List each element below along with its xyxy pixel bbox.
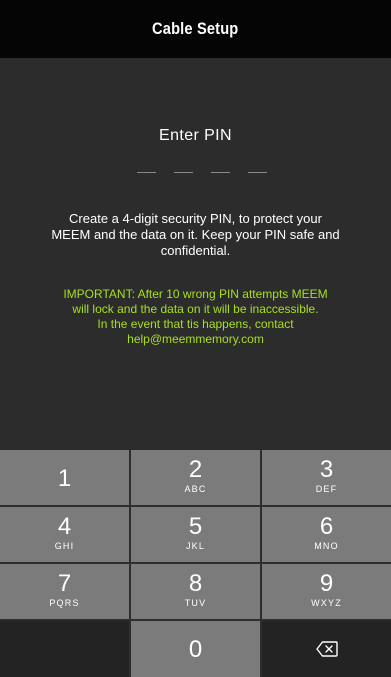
nav-bar: Cable Setup [0, 0, 391, 58]
key-letters: MNO [314, 541, 339, 551]
key-digit: 7 [57, 570, 72, 597]
key-0[interactable]: 0 [131, 621, 260, 677]
key-digit: 3 [319, 456, 334, 483]
instructions-text: Create a 4-digit security PIN, to protec… [36, 211, 355, 259]
key-1[interactable]: 1 [0, 450, 129, 505]
support-email: help@meemmemory.com [127, 332, 264, 346]
pin-prompt: Enter PIN [159, 127, 232, 144]
instructions-line: MEEM and the data on it. Keep your PIN s… [51, 227, 340, 242]
warning-line: In the event that tis happens, contact [97, 317, 294, 331]
key-letters: ABC [184, 484, 207, 494]
key-letters: DEF [315, 484, 338, 494]
pin-slot-3 [211, 172, 230, 173]
key-letters: TUV [184, 598, 207, 608]
key-digit: 9 [319, 570, 334, 597]
instructions-line: Create a 4-digit security PIN, to protec… [69, 211, 322, 226]
pin-slot-2 [174, 172, 193, 173]
pin-entry-panel: Enter PIN Create a 4-digit security PIN,… [0, 58, 391, 450]
key-4[interactable]: 4 GHI [0, 507, 129, 562]
key-digit: 1 [57, 465, 72, 492]
key-letters: PQRS [49, 598, 80, 608]
key-letters: JKL [185, 541, 206, 551]
pin-slot-4 [248, 172, 267, 173]
key-letters: WXYZ [311, 598, 342, 608]
delete-button[interactable] [262, 621, 391, 677]
key-6[interactable]: 6 MNO [262, 507, 391, 562]
key-7[interactable]: 7 PQRS [0, 564, 129, 619]
warning-line: IMPORTANT: After 10 wrong PIN attempts M… [63, 287, 328, 301]
key-blank [0, 621, 129, 677]
key-digit: 2 [188, 456, 203, 483]
backspace-icon [315, 641, 338, 657]
key-9[interactable]: 9 WXYZ [262, 564, 391, 619]
key-8[interactable]: 8 TUV [131, 564, 260, 619]
pin-slot-1 [137, 172, 156, 173]
page-title: Cable Setup [152, 19, 239, 38]
warning-line: will lock and the data on it will be ina… [72, 302, 319, 316]
key-digit: 5 [188, 513, 203, 540]
key-2[interactable]: 2 ABC [131, 450, 260, 505]
key-digit: 8 [188, 570, 203, 597]
key-digit: 0 [188, 636, 203, 663]
pin-setup-screen: Cable Setup Enter PIN Create a 4-digit s… [0, 0, 391, 677]
key-digit: 6 [319, 513, 334, 540]
key-3[interactable]: 3 DEF [262, 450, 391, 505]
warning-text: IMPORTANT: After 10 wrong PIN attempts M… [28, 287, 363, 347]
key-digit: 4 [57, 513, 72, 540]
instructions-line: confidential. [160, 243, 231, 258]
key-letters: GHI [54, 541, 75, 551]
key-5[interactable]: 5 JKL [131, 507, 260, 562]
numeric-keypad: 1 2 ABC 3 DEF 4 GHI 5 JKL 6 MNO 7 PQRS 8 [0, 450, 391, 677]
pin-slots [137, 172, 267, 173]
